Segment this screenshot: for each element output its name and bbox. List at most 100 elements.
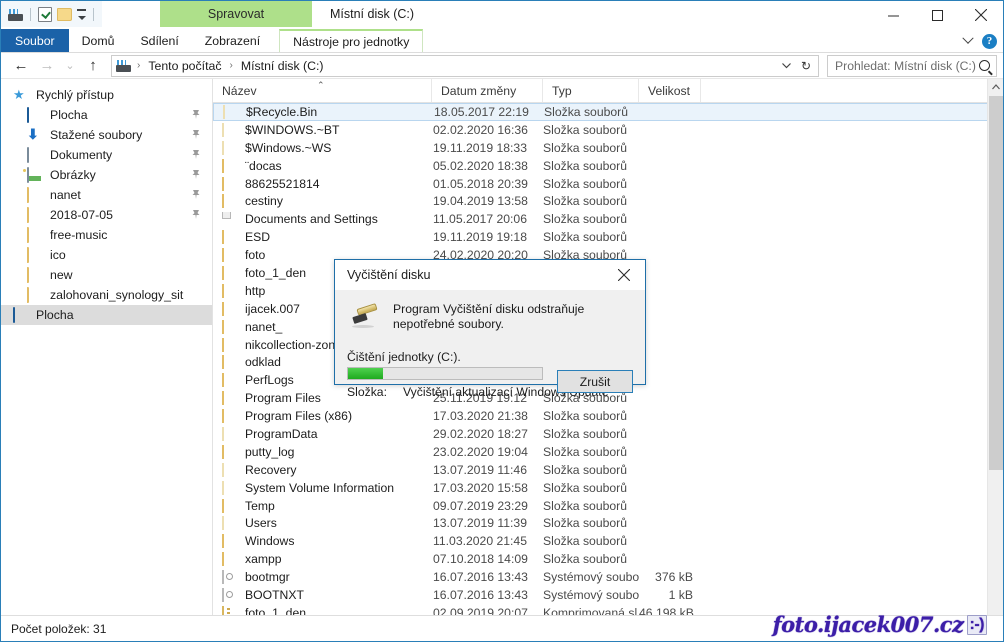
close-button[interactable] bbox=[959, 1, 1003, 29]
table-row[interactable]: System Volume Information17.03.2020 15:5… bbox=[213, 479, 1003, 497]
file-name: nanet_ bbox=[245, 320, 282, 334]
refresh-icon[interactable]: ↻ bbox=[798, 56, 814, 76]
cancel-button[interactable]: Zrušit bbox=[557, 370, 633, 393]
tab-nastroje-pro-jednotky[interactable]: Nástroje pro jednotky bbox=[279, 29, 423, 52]
column-label: Typ bbox=[552, 84, 572, 98]
pin-icon[interactable] bbox=[191, 169, 202, 181]
table-row[interactable]: BOOTNXT16.07.2016 13:43Systémový soubor1… bbox=[213, 586, 1003, 604]
file-name-cell: ProgramData bbox=[213, 427, 432, 441]
back-button[interactable]: ← bbox=[9, 54, 33, 78]
table-row[interactable]: xampp07.10.2018 14:09Složka souborů bbox=[213, 550, 1003, 568]
file-date: 05.02.2020 18:38 bbox=[432, 159, 543, 173]
file-type: Složka souborů bbox=[543, 194, 639, 208]
dialog-close-button[interactable] bbox=[603, 260, 645, 289]
file-name-cell: Recovery bbox=[213, 463, 432, 477]
drive-icon[interactable] bbox=[8, 8, 23, 21]
tab-sdileni[interactable]: Sdílení bbox=[127, 29, 191, 52]
chevron-down-icon[interactable] bbox=[962, 33, 973, 44]
breadcrumb-item-1[interactable]: Místní disk (C:) bbox=[239, 59, 326, 73]
table-row[interactable]: Recovery13.07.2019 11:46Složka souborů bbox=[213, 461, 1003, 479]
dialog-message-row: Program Vyčištění disku odstraňuje nepot… bbox=[347, 300, 633, 332]
minimize-button[interactable] bbox=[871, 1, 915, 29]
customize-caret-icon[interactable] bbox=[77, 9, 86, 20]
pin-icon[interactable] bbox=[191, 129, 202, 141]
column-header-name[interactable]: Název ⌃ bbox=[213, 79, 432, 102]
file-type: Složka souborů bbox=[544, 105, 640, 119]
table-row[interactable]: $Recycle.Bin18.05.2017 22:19Složka soubo… bbox=[213, 103, 1003, 121]
search-icon[interactable] bbox=[979, 60, 990, 71]
sidebar-item-dokumenty[interactable]: Dokumenty bbox=[1, 145, 212, 165]
file-name: bootmgr bbox=[245, 570, 290, 584]
sidebar-item-free-music[interactable]: free-music bbox=[1, 225, 212, 245]
forward-button[interactable]: → bbox=[35, 54, 59, 78]
sidebar-item-nanet[interactable]: nanet bbox=[1, 185, 212, 205]
table-row[interactable]: Documents and Settings11.05.2017 20:06Sl… bbox=[213, 210, 1003, 228]
column-header-date[interactable]: Datum změny bbox=[432, 79, 543, 102]
folder-icon bbox=[27, 208, 43, 222]
folder-pale-icon bbox=[222, 427, 238, 441]
breadcrumb[interactable]: › Tento počítač › Místní disk (C:) ↻ bbox=[111, 55, 819, 77]
table-row[interactable]: Windows11.03.2020 21:45Složka souborů bbox=[213, 532, 1003, 550]
search-input[interactable]: Prohledat: Místní disk (C:) bbox=[827, 55, 997, 77]
file-name: Documents and Settings bbox=[245, 212, 378, 226]
file-name: System Volume Information bbox=[245, 481, 394, 495]
folder-pale-icon bbox=[222, 123, 238, 137]
sidebar-item-rychl-p-stup[interactable]: ★Rychlý přístup bbox=[1, 85, 212, 105]
vertical-scrollbar[interactable] bbox=[987, 79, 1003, 621]
table-row[interactable]: putty_log23.02.2020 19:04Složka souborů bbox=[213, 443, 1003, 461]
up-button[interactable]: ↑ bbox=[81, 54, 105, 78]
table-row[interactable]: $Windows.~WS19.11.2019 18:33Složka soubo… bbox=[213, 139, 1003, 157]
column-header-type[interactable]: Typ bbox=[543, 79, 639, 102]
table-row[interactable]: Users13.07.2019 11:39Složka souborů bbox=[213, 514, 1003, 532]
table-row[interactable]: cestiny19.04.2019 13:58Složka souborů bbox=[213, 192, 1003, 210]
sidebar-item-new[interactable]: new bbox=[1, 265, 212, 285]
sidebar-item-sta-en-soubory[interactable]: ⬇Stažené soubory bbox=[1, 125, 212, 145]
scrollbar-thumb[interactable] bbox=[989, 96, 1003, 470]
file-name-cell: BOOTNXT bbox=[213, 588, 432, 602]
pin-icon[interactable] bbox=[191, 209, 202, 221]
sidebar-item-ico[interactable]: ico bbox=[1, 245, 212, 265]
file-type: Složka souborů bbox=[543, 177, 639, 191]
properties-icon[interactable] bbox=[38, 7, 52, 22]
table-row[interactable]: ¨docas05.02.2020 18:38Složka souborů bbox=[213, 157, 1003, 175]
sidebar-item-obr-zky[interactable]: Obrázky bbox=[1, 165, 212, 185]
help-icon[interactable]: ? bbox=[982, 34, 997, 49]
recent-locations-button[interactable]: ⌄ bbox=[61, 54, 79, 78]
progress-bar bbox=[347, 367, 543, 380]
sidebar-item-plocha[interactable]: Plocha bbox=[1, 105, 212, 125]
table-row[interactable]: $WINDOWS.~BT02.02.2020 16:36Složka soubo… bbox=[213, 121, 1003, 139]
table-row[interactable]: bootmgr16.07.2016 13:43Systémový soubor3… bbox=[213, 568, 1003, 586]
sidebar-item-2018-07-05[interactable]: 2018-07-05 bbox=[1, 205, 212, 225]
column-header-size[interactable]: Velikost bbox=[639, 79, 701, 102]
table-row[interactable]: ESD19.11.2019 19:18Složka souborů bbox=[213, 228, 1003, 246]
file-type: Složka souborů bbox=[543, 212, 639, 226]
new-folder-icon[interactable] bbox=[57, 8, 72, 21]
sidebar-item-zalohovani-synology-sit[interactable]: zalohovani_synology_sit bbox=[1, 285, 212, 305]
file-date: 13.07.2019 11:39 bbox=[432, 516, 543, 530]
table-row[interactable]: 8862552181401.05.2018 20:39Složka soubor… bbox=[213, 175, 1003, 193]
pin-icon[interactable] bbox=[191, 149, 202, 161]
table-row[interactable]: ProgramData29.02.2020 18:27Složka soubor… bbox=[213, 425, 1003, 443]
sidebar-item-label: 2018-07-05 bbox=[50, 208, 113, 222]
file-name-cell: Windows bbox=[213, 534, 432, 548]
column-label: Velikost bbox=[648, 84, 690, 98]
file-name: Program Files bbox=[245, 391, 321, 405]
table-row[interactable]: Program Files (x86)17.03.2020 21:38Složk… bbox=[213, 407, 1003, 425]
pin-icon[interactable] bbox=[191, 189, 202, 201]
tab-zobrazeni[interactable]: Zobrazení bbox=[192, 29, 273, 52]
sidebar-item-plocha[interactable]: Plocha bbox=[1, 305, 212, 325]
scroll-up-button[interactable] bbox=[988, 79, 1003, 95]
breadcrumb-item-0[interactable]: Tento počítač bbox=[146, 59, 223, 73]
table-row[interactable]: Temp09.07.2019 23:29Složka souborů bbox=[213, 497, 1003, 515]
file-type: Složka souborů bbox=[543, 534, 639, 548]
maximize-button[interactable] bbox=[915, 1, 959, 29]
tab-soubor[interactable]: Soubor bbox=[1, 29, 69, 52]
chevron-down-icon[interactable] bbox=[778, 56, 794, 76]
file-date: 19.04.2019 13:58 bbox=[432, 194, 543, 208]
sidebar-item-label: Plocha bbox=[50, 108, 88, 122]
file-date: 01.05.2018 20:39 bbox=[432, 177, 543, 191]
tab-domu[interactable]: Domů bbox=[69, 29, 128, 52]
folder-icon bbox=[222, 534, 238, 548]
file-type: Složka souborů bbox=[543, 463, 639, 477]
pin-icon[interactable] bbox=[191, 109, 202, 121]
